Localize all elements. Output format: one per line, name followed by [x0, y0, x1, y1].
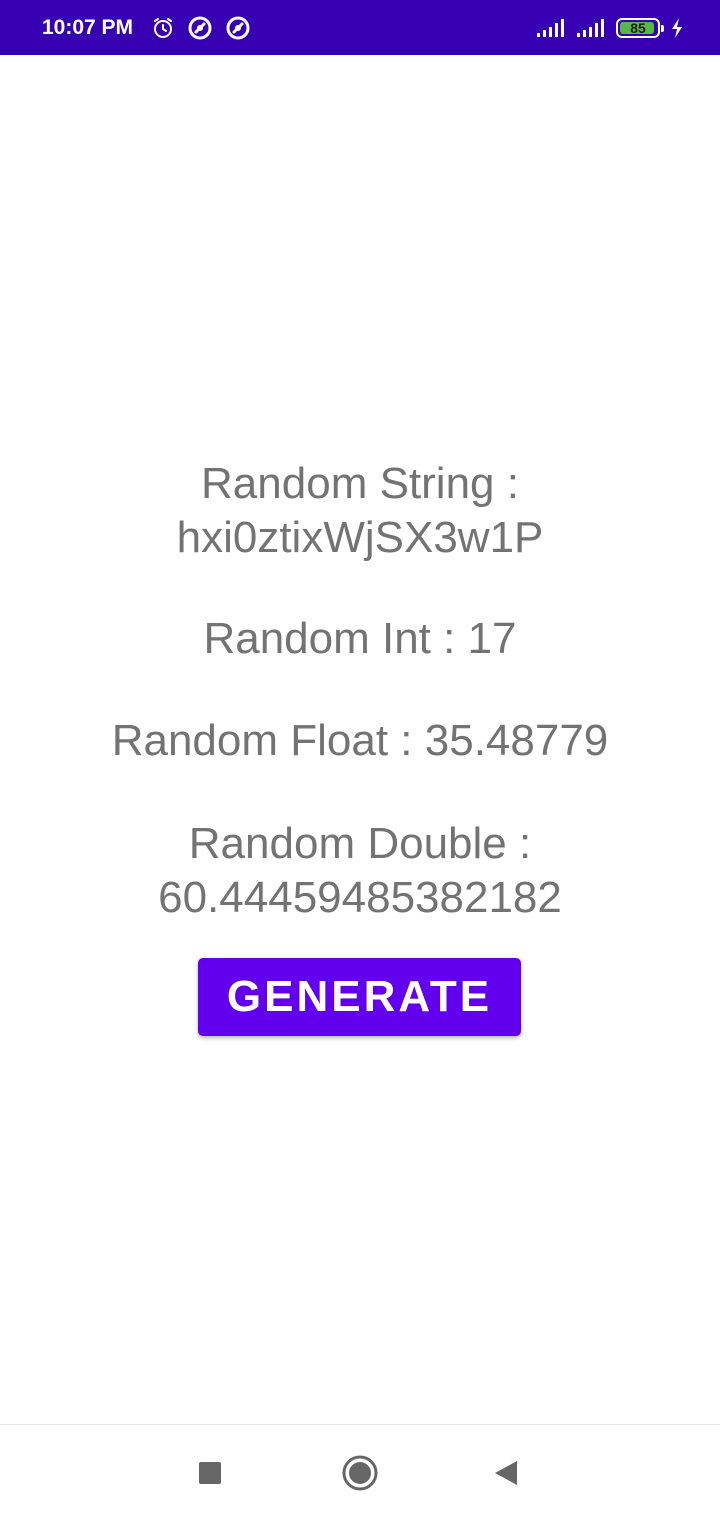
signal-icon [536, 18, 566, 38]
main-content: Random String : hxi0ztixWjSX3w1P Random … [0, 55, 720, 1423]
navigation-bar [0, 1424, 720, 1520]
status-bar-left: 10:07 PM [42, 15, 251, 41]
random-double-label: Random Double : [188, 819, 532, 868]
generate-button[interactable]: GENERATE [198, 958, 521, 1036]
random-double-block: Random Double : 60.44459485382182 [40, 817, 680, 925]
recent-apps-icon[interactable] [186, 1449, 234, 1497]
random-string-value: hxi0ztixWjSX3w1P [176, 513, 544, 562]
status-bar-right: 85 [536, 17, 684, 39]
charging-icon [670, 17, 684, 39]
battery-level: 85 [630, 19, 646, 36]
random-string-label: Random String : [201, 459, 519, 508]
status-bar: 10:07 PM 85 [0, 0, 720, 55]
signal-icon [576, 18, 606, 38]
status-time: 10:07 PM [42, 15, 134, 39]
battery-icon: 85 [616, 17, 664, 38]
alarm-icon [151, 16, 175, 40]
random-float-text: Random Float : 35.48779 [111, 716, 609, 765]
notification-circle-icon [225, 15, 251, 41]
home-icon[interactable] [336, 1449, 384, 1497]
random-double-value: 60.44459485382182 [158, 873, 562, 922]
random-int-text: Random Int : 17 [203, 614, 517, 663]
random-string-block: Random String : hxi0ztixWjSX3w1P [40, 457, 680, 565]
notification-circle-icon [187, 15, 213, 41]
back-icon[interactable] [482, 1449, 530, 1497]
